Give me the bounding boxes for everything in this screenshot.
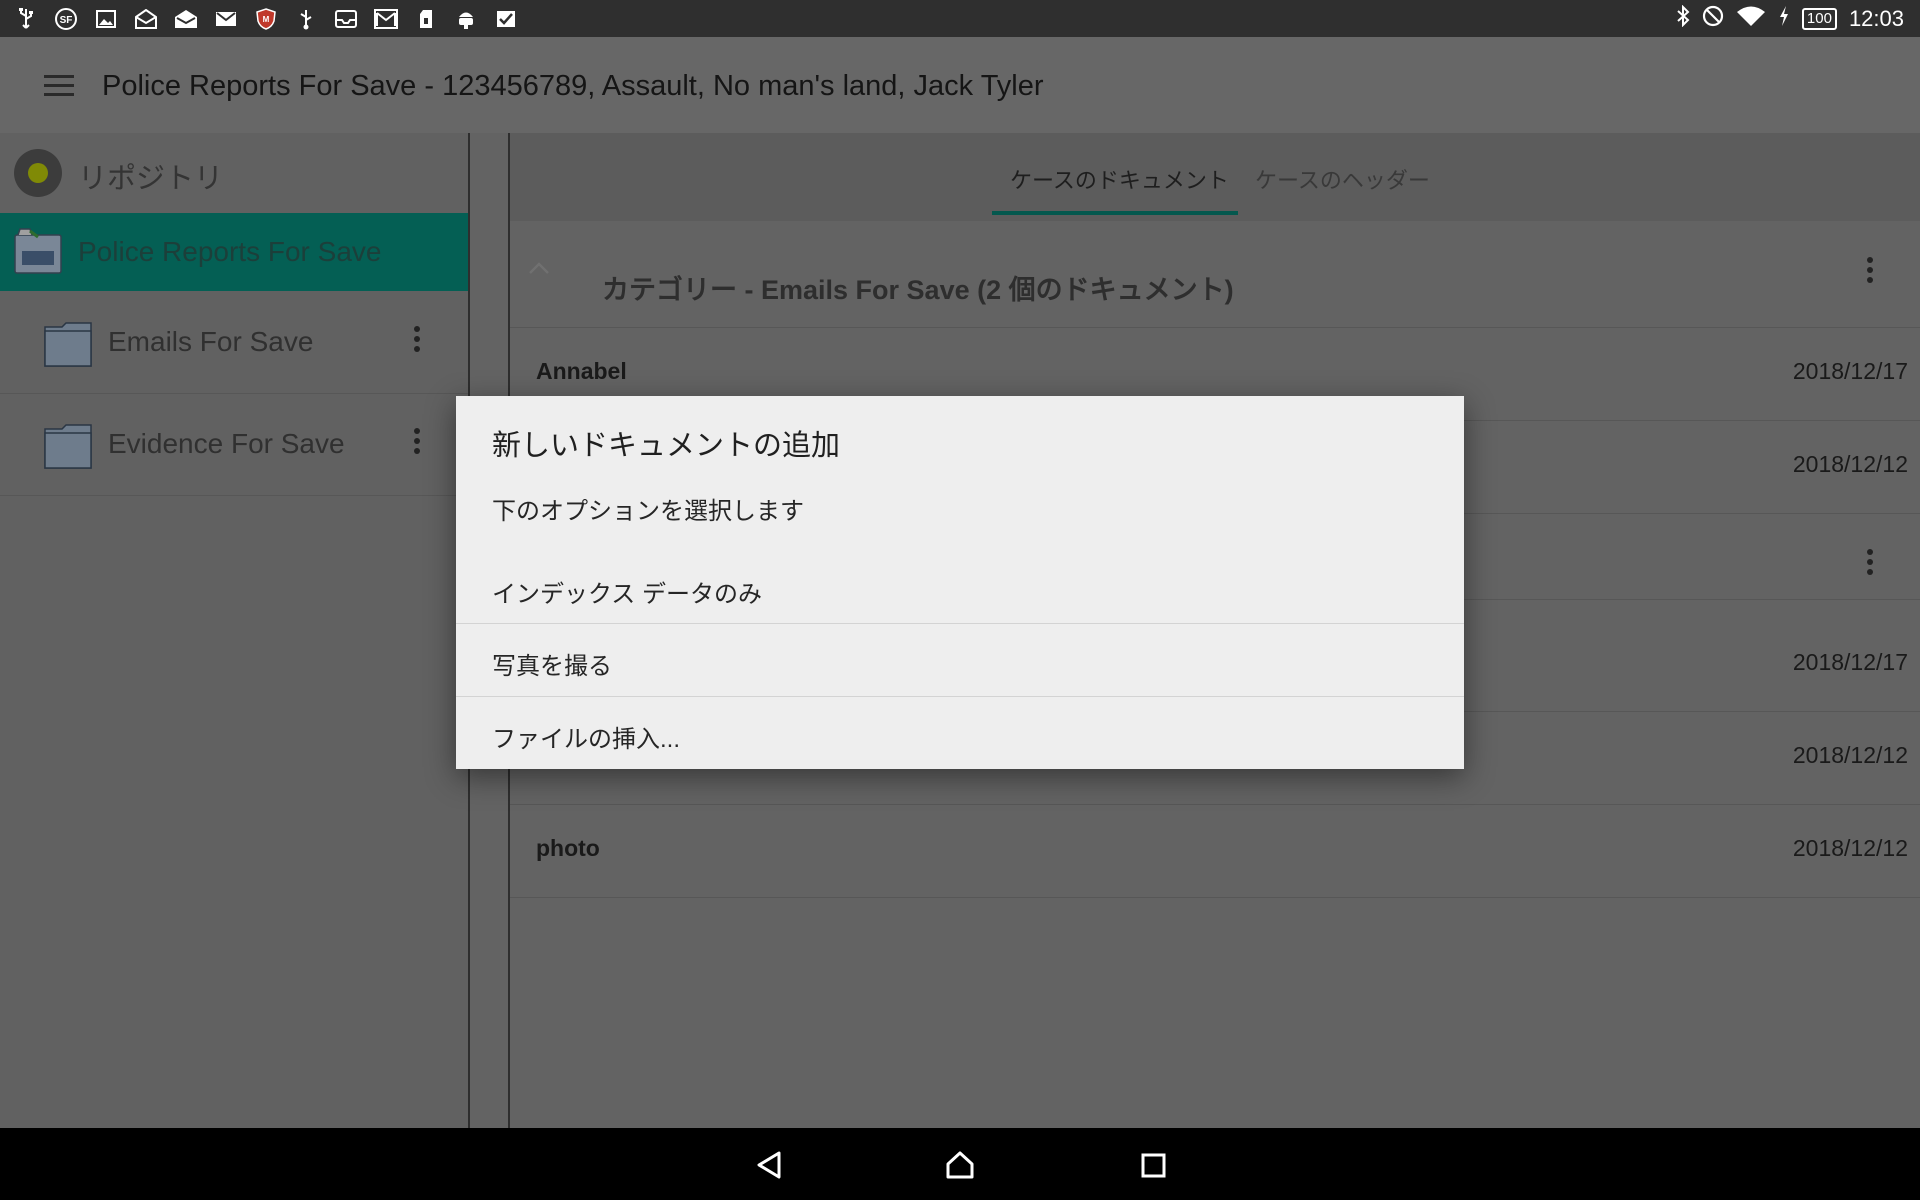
dialog-subtitle: 下のオプションを選択します: [492, 498, 804, 525]
case-folder-icon: [14, 227, 62, 275]
more-options-icon[interactable]: [411, 326, 423, 360]
tab-case-documents[interactable]: ケースのドキュメント: [1010, 163, 1229, 195]
document-date: 2018/12/12: [1792, 835, 1908, 861]
document-row[interactable]: photo 2018/12/12: [510, 805, 1920, 898]
more-options-icon[interactable]: [411, 428, 423, 462]
document-date: 2018/12/17: [1792, 358, 1908, 384]
document-date: 2018/12/17: [1792, 649, 1908, 675]
category-title: カテゴリー - Emails For Save (2 個のドキュメント): [602, 275, 1234, 305]
clock: 12:03: [1848, 5, 1904, 31]
more-options-icon[interactable]: [1864, 549, 1876, 583]
status-bar: SF M 100 12:03: [0, 0, 1920, 37]
gmail-icon: [214, 8, 238, 30]
folder-icon: [44, 321, 92, 367]
tab-case-header[interactable]: ケースのヘッダー: [1255, 163, 1430, 195]
mail-open-icon: [134, 8, 158, 30]
sidebar-repository[interactable]: リポジトリ: [0, 133, 468, 213]
repository-status-icon: [14, 149, 62, 197]
sidebar-item-emails[interactable]: Emails For Save: [0, 291, 468, 394]
wifi-icon: [1736, 5, 1766, 33]
document-name: photo: [536, 835, 600, 861]
case-label: Police Reports For Save: [78, 236, 382, 267]
inbox-icon: [334, 8, 358, 30]
back-icon[interactable]: [754, 1150, 784, 1180]
image-icon: [94, 8, 118, 30]
sidebar-item-case[interactable]: Police Reports For Save: [0, 213, 468, 291]
task-check-icon: [494, 8, 518, 30]
document-date: 2018/12/12: [1792, 451, 1908, 477]
option-label: 写真を撮る: [492, 653, 612, 680]
sidebar-item-evidence[interactable]: Evidence For Save: [0, 393, 468, 496]
android-icon: [454, 8, 478, 30]
folder-label: Evidence For Save: [108, 428, 345, 459]
folder-icon: [44, 423, 92, 469]
notification-icons: SF M: [14, 0, 518, 37]
sd-card-icon: [414, 8, 438, 30]
dialog-title: 新しいドキュメントの追加: [492, 430, 841, 462]
mail-open-alt-icon: [174, 8, 198, 30]
tab-bar: ケースのドキュメント ケースのヘッダー: [510, 133, 1920, 221]
option-index-data-only[interactable]: インデックス データのみ: [456, 552, 1464, 624]
gmail-alt-icon: [374, 8, 398, 30]
option-label: ファイルの挿入...: [492, 726, 681, 753]
battery-level: 100: [1801, 7, 1837, 30]
option-label: インデックス データのみ: [492, 581, 762, 608]
usb-icon: [14, 7, 38, 30]
folder-label: Emails For Save: [108, 326, 314, 357]
svg-text:M: M: [263, 15, 270, 24]
usb-debug-icon: [294, 8, 318, 30]
page-title: Police Reports For Save - 123456789, Ass…: [102, 70, 1044, 102]
system-status: 100 12:03: [1676, 0, 1904, 37]
app-bar: Police Reports For Save - 123456789, Ass…: [0, 37, 1920, 133]
hamburger-menu-icon[interactable]: [44, 75, 74, 97]
bluetooth-icon: [1676, 4, 1690, 33]
document-date: 2018/12/12: [1792, 742, 1908, 768]
sf-app-icon: SF: [54, 7, 78, 30]
sidebar: リポジトリ Police Reports For Save Emails For…: [0, 133, 470, 1128]
mcafee-icon: M: [254, 7, 278, 30]
svg-text:SF: SF: [60, 15, 73, 26]
more-options-icon[interactable]: [1864, 257, 1876, 291]
chevron-up-icon[interactable]: [528, 251, 550, 282]
charging-icon: [1778, 5, 1790, 33]
option-insert-file[interactable]: ファイルの挿入...: [456, 696, 1464, 769]
repository-label: リポジトリ: [78, 163, 224, 195]
system-nav-bar: [0, 1128, 1920, 1200]
category-header[interactable]: カテゴリー - Emails For Save (2 個のドキュメント): [510, 233, 1920, 328]
home-icon[interactable]: [945, 1150, 975, 1180]
active-tab-indicator: [992, 211, 1238, 215]
option-take-photo[interactable]: 写真を撮る: [456, 623, 1464, 696]
recents-icon[interactable]: [1138, 1150, 1168, 1180]
do-not-disturb-icon: [1702, 5, 1724, 33]
document-name: Annabel: [536, 358, 627, 384]
add-document-dialog: 新しいドキュメントの追加 下のオプションを選択します インデックス データのみ …: [456, 396, 1464, 769]
